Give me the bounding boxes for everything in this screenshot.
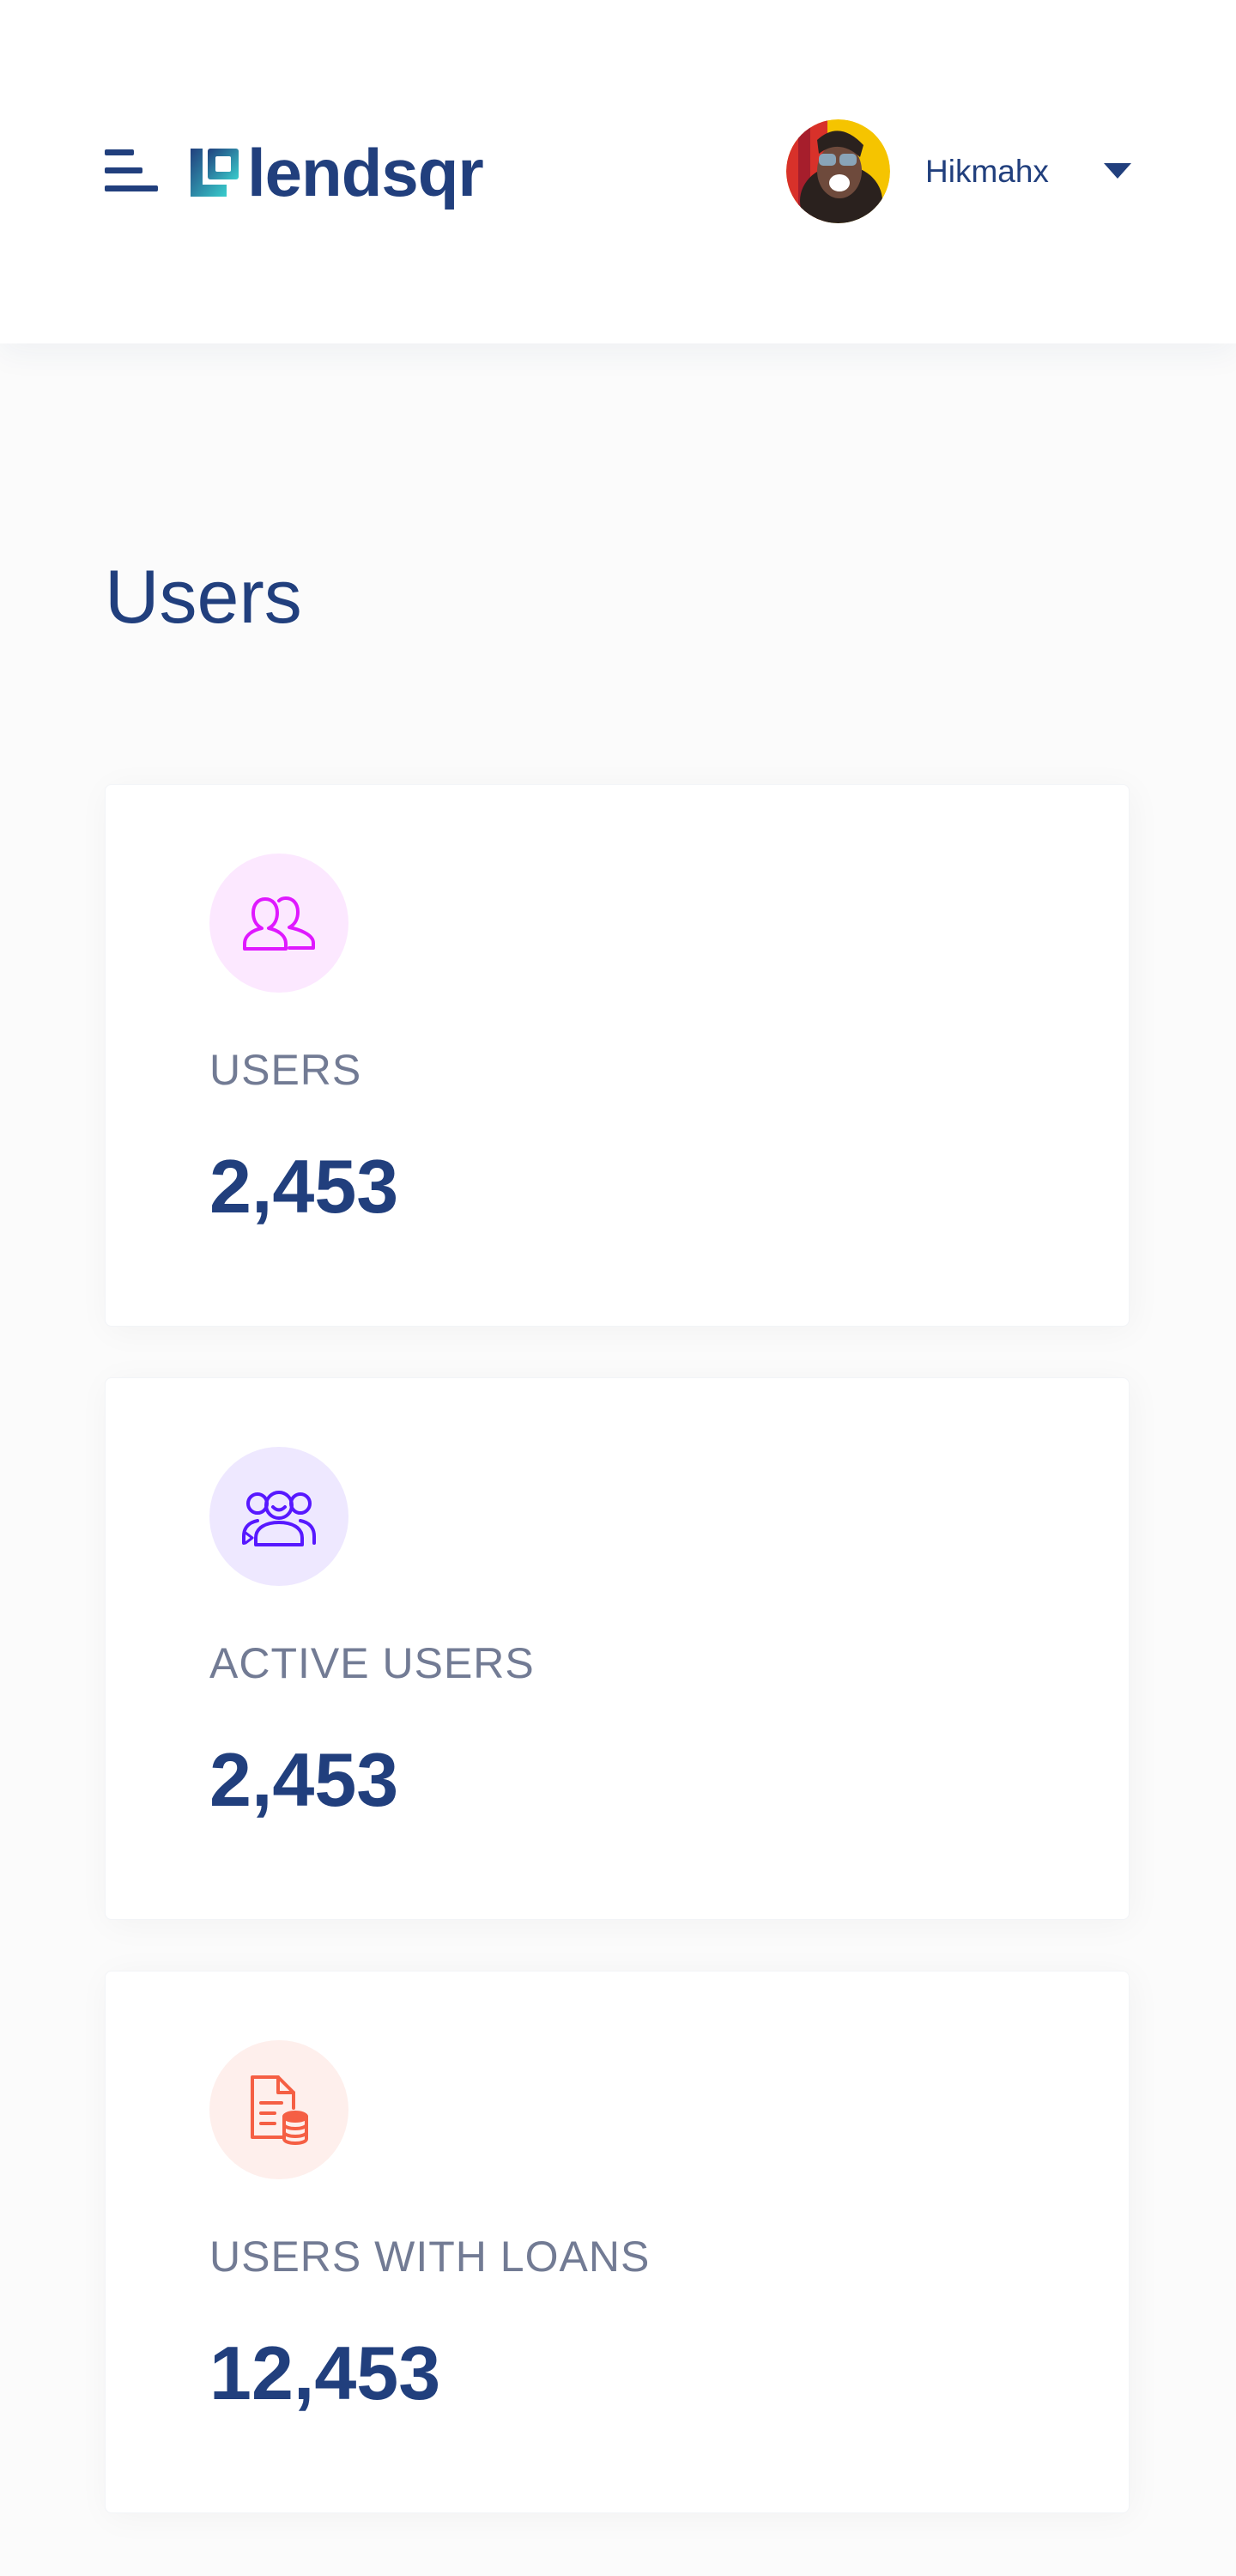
stat-card-users: USERS 2,453 [105,784,1130,1327]
chevron-down-icon[interactable] [1099,158,1136,184]
stat-value: 2,453 [209,1737,399,1822]
stat-value: 2,453 [209,1144,399,1229]
avatar-photo-icon [786,119,890,223]
page-title: Users [105,554,302,639]
active-users-icon [209,1447,348,1586]
loans-icon [209,2040,348,2179]
hamburger-menu-icon[interactable] [98,143,160,199]
top-navbar: lendsqr Hikmahx [0,0,1236,343]
avatar[interactable] [786,119,890,223]
stat-label: USERS [209,1046,362,1094]
user-name[interactable]: Hikmahx [925,153,1049,191]
stat-card-users-with-loans: USERS WITH LOANS 12,453 [105,1971,1130,2513]
stat-label: ACTIVE USERS [209,1639,535,1687]
stat-value: 12,453 [209,2330,441,2415]
logo-mark-icon [191,149,239,197]
stat-card-active-users: ACTIVE USERS 2,453 [105,1377,1130,1920]
users-icon [209,854,348,993]
stat-label: USERS WITH LOANS [209,2233,651,2281]
brand-name: lendsqr [247,135,484,210]
brand-logo[interactable]: lendsqr [191,134,484,211]
